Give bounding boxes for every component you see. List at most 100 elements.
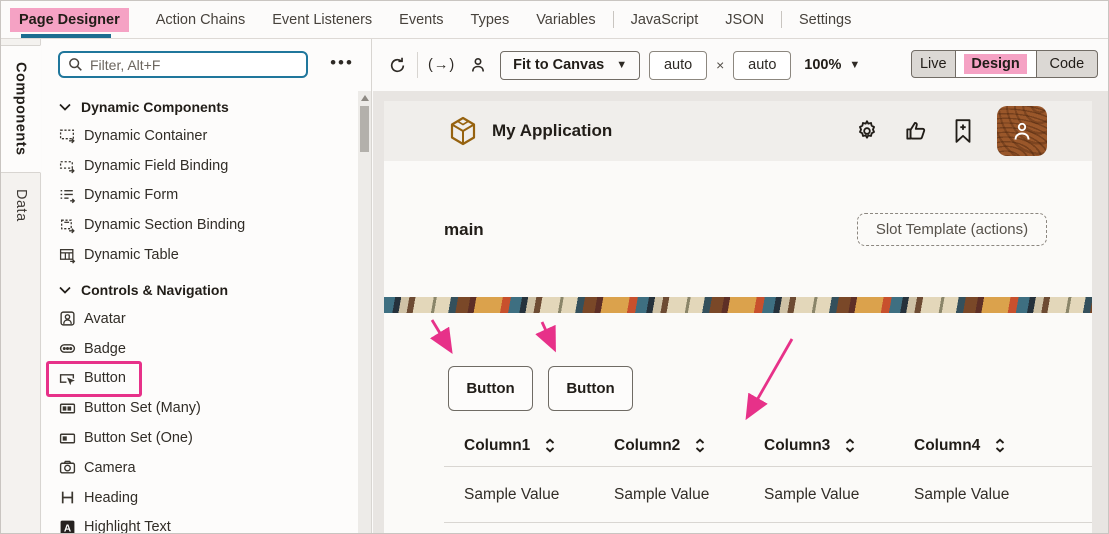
component-item-dynamic-field-binding[interactable]: Dynamic Field Binding bbox=[42, 151, 358, 181]
component-item-label: Badge bbox=[84, 341, 126, 357]
camera-icon bbox=[59, 459, 76, 476]
fit-to-canvas-dropdown[interactable]: Fit to Canvas ▼ bbox=[500, 51, 640, 80]
table-row: Sample Value Sample Value Sample Value S… bbox=[444, 467, 1092, 523]
scrollbar-thumb[interactable] bbox=[360, 106, 369, 152]
preview-button-row: Button Button bbox=[448, 366, 633, 411]
table-header-row: Column1 Column2 Column3 Column4 bbox=[444, 425, 1092, 467]
chevron-down-icon bbox=[59, 286, 71, 294]
sort-icon[interactable] bbox=[844, 438, 856, 453]
component-item-dynamic-form[interactable]: Dynamic Form bbox=[42, 181, 358, 211]
filter-input[interactable] bbox=[90, 57, 298, 73]
thumbs-up-icon[interactable] bbox=[903, 118, 929, 144]
decorative-pattern-strip bbox=[384, 297, 1092, 313]
component-item-label: Button bbox=[84, 370, 126, 386]
tab-variables[interactable]: Variables bbox=[527, 8, 604, 32]
component-item-badge[interactable]: Badge bbox=[42, 334, 358, 364]
chevron-down-icon: ▼ bbox=[849, 59, 860, 71]
column-header-label: Column2 bbox=[614, 437, 680, 455]
chevron-down-icon bbox=[59, 103, 71, 111]
column-header-3[interactable]: Column3 bbox=[744, 425, 894, 466]
panel-scrollbar[interactable] bbox=[358, 91, 371, 534]
table-cell: Sample Value bbox=[594, 467, 744, 522]
component-item-button[interactable]: Button bbox=[42, 364, 358, 394]
component-item-highlight-text[interactable]: A Highlight Text bbox=[42, 513, 358, 534]
sort-icon[interactable] bbox=[994, 438, 1006, 453]
mode-code-button[interactable]: Code bbox=[1037, 51, 1097, 77]
column-header-label: Column1 bbox=[464, 437, 530, 455]
component-item-camera[interactable]: Camera bbox=[42, 453, 358, 483]
canvas-height-input[interactable] bbox=[733, 51, 791, 80]
dynamic-form-icon bbox=[59, 187, 76, 204]
page-title-row: main Slot Template (actions) bbox=[444, 213, 1047, 246]
preview-app-header: My Application bbox=[384, 101, 1092, 161]
page-title: main bbox=[444, 220, 484, 240]
component-item-label: Button Set (Many) bbox=[84, 400, 201, 416]
component-item-button-set-one[interactable]: Button Set (One) bbox=[42, 423, 358, 453]
multiply-sign: × bbox=[716, 57, 724, 73]
preview-table: Column1 Column2 Column3 Column4 bbox=[444, 425, 1092, 523]
toolbar-divider bbox=[417, 52, 418, 78]
tab-json[interactable]: JSON bbox=[716, 8, 773, 32]
column-header-2[interactable]: Column2 bbox=[594, 425, 744, 466]
mode-live-button[interactable]: Live bbox=[912, 51, 956, 77]
zoom-level-value: 100% bbox=[804, 57, 841, 73]
column-header-4[interactable]: Column4 bbox=[894, 425, 1044, 466]
component-item-label: Highlight Text bbox=[84, 519, 171, 534]
component-item-button-set-many[interactable]: Button Set (Many) bbox=[42, 393, 358, 423]
rail-tab-components[interactable]: Components bbox=[1, 45, 41, 173]
rail-tab-data[interactable]: Data bbox=[1, 177, 41, 233]
column-header-label: Column4 bbox=[914, 437, 980, 455]
sort-icon[interactable] bbox=[544, 438, 556, 453]
section-dynamic-components[interactable]: Dynamic Components bbox=[42, 93, 358, 121]
page-designer-window: Page Designer Action Chains Event Listen… bbox=[0, 0, 1109, 534]
user-avatar[interactable] bbox=[997, 106, 1047, 156]
component-item-heading[interactable]: Heading bbox=[42, 483, 358, 513]
component-item-dynamic-section-binding[interactable]: Dynamic Section Binding bbox=[42, 210, 358, 240]
tab-page-designer[interactable]: Page Designer bbox=[10, 8, 129, 32]
design-canvas: My Application bbox=[373, 91, 1109, 534]
preview-button-2[interactable]: Button bbox=[548, 366, 633, 411]
settings-gear-icon[interactable] bbox=[854, 118, 880, 144]
user-mode-icon[interactable] bbox=[469, 56, 487, 74]
badge-icon bbox=[59, 340, 76, 357]
component-item-label: Camera bbox=[84, 460, 136, 476]
scrollbar-up-arrow[interactable] bbox=[361, 95, 369, 101]
rail-tab-data-label: Data bbox=[13, 189, 29, 222]
component-item-label: Dynamic Container bbox=[84, 128, 207, 144]
component-item-label: Dynamic Section Binding bbox=[84, 217, 245, 233]
live-sync-icon[interactable]: (→) bbox=[428, 57, 455, 73]
refresh-icon[interactable] bbox=[388, 56, 407, 75]
tab-types[interactable]: Types bbox=[462, 8, 519, 32]
preview-button-1[interactable]: Button bbox=[448, 366, 533, 411]
column-header-1[interactable]: Column1 bbox=[444, 425, 594, 466]
tab-event-listeners[interactable]: Event Listeners bbox=[263, 8, 381, 32]
tab-javascript[interactable]: JavaScript bbox=[622, 8, 708, 32]
component-item-dynamic-table[interactable]: Dynamic Table bbox=[42, 240, 358, 270]
component-item-label: Dynamic Table bbox=[84, 247, 179, 263]
header-action-icons bbox=[854, 106, 1047, 156]
component-item-dynamic-container[interactable]: Dynamic Container bbox=[42, 121, 358, 151]
tab-events[interactable]: Events bbox=[390, 8, 452, 32]
preview-app-title: My Application bbox=[492, 121, 612, 141]
zoom-level-dropdown[interactable]: 100% ▼ bbox=[804, 57, 860, 73]
sort-icon[interactable] bbox=[694, 438, 706, 453]
section-label: Controls & Navigation bbox=[81, 282, 228, 298]
component-item-avatar[interactable]: Avatar bbox=[42, 304, 358, 334]
preview-page: My Application bbox=[384, 101, 1092, 534]
section-controls-navigation[interactable]: Controls & Navigation bbox=[42, 276, 358, 304]
column-header-label: Column3 bbox=[764, 437, 830, 455]
canvas-width-input[interactable] bbox=[649, 51, 707, 80]
mode-design-button[interactable]: Design bbox=[956, 51, 1037, 77]
overflow-menu-icon[interactable]: ••• bbox=[326, 49, 358, 77]
button-set-one-icon bbox=[59, 430, 76, 447]
tab-divider bbox=[613, 11, 614, 28]
component-item-label: Dynamic Field Binding bbox=[84, 158, 228, 174]
active-tab-indicator bbox=[21, 34, 111, 38]
slot-template-actions[interactable]: Slot Template (actions) bbox=[857, 213, 1047, 246]
bookmark-add-icon[interactable] bbox=[952, 118, 974, 144]
component-item-label: Dynamic Form bbox=[84, 187, 178, 203]
slot-template-label: Slot Template (actions) bbox=[876, 221, 1028, 238]
tab-action-chains[interactable]: Action Chains bbox=[147, 8, 254, 32]
tab-settings[interactable]: Settings bbox=[790, 8, 860, 32]
table-cell: Sample Value bbox=[444, 467, 594, 522]
